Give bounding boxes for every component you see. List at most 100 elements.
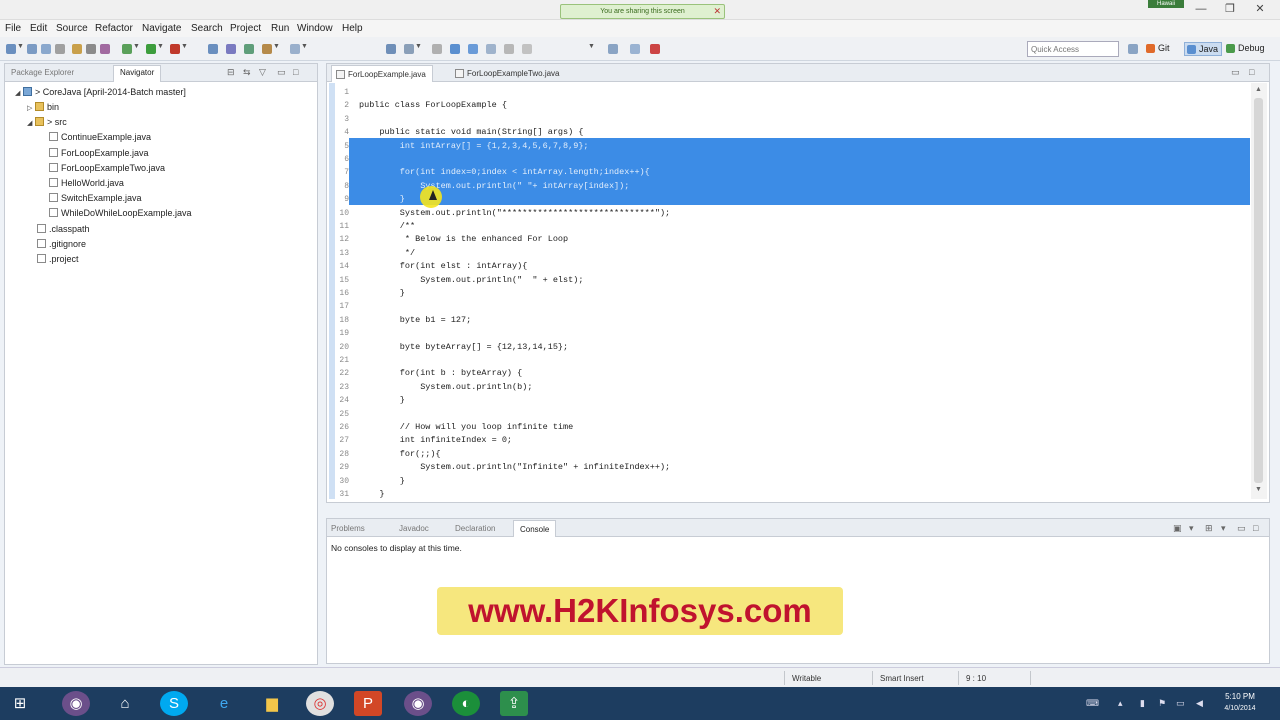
code-line[interactable]: System.out.println("********************… — [359, 208, 670, 218]
chevron-down-icon[interactable]: ▼ — [415, 43, 422, 50]
scroll-up-icon[interactable]: ▲ — [1255, 86, 1262, 93]
maximize-view-icon[interactable]: □ — [1249, 67, 1254, 77]
code-line[interactable]: byte b1 = 127; — [359, 315, 471, 325]
code-line[interactable]: } — [359, 288, 405, 298]
clock-date[interactable]: 4/10/2014 — [1215, 705, 1265, 712]
previous-annotation-icon[interactable] — [404, 44, 414, 54]
tree-item-file[interactable]: WhileDoWhileLoopExample.java — [49, 208, 192, 218]
link-editor-icon[interactable]: ⇆ — [243, 67, 251, 78]
keyboard-icon[interactable]: ⌨ — [1086, 698, 1099, 709]
skype-icon[interactable]: S — [160, 691, 188, 716]
tree-item-project[interactable]: ◢ > CoreJava [April-2014-Batch master] — [15, 87, 186, 97]
toggle-breadcrumb-icon[interactable] — [100, 44, 110, 54]
terminate-icon[interactable] — [650, 44, 660, 54]
run-icon[interactable] — [146, 44, 156, 54]
code-line[interactable]: System.out.println("Infinite" + infinite… — [359, 462, 670, 472]
tree-item-file[interactable]: ContinueExample.java — [49, 132, 151, 142]
code-line[interactable]: System.out.println(b); — [359, 382, 532, 392]
menu-run[interactable]: Run — [271, 23, 289, 34]
home-icon[interactable]: ⌂ — [111, 691, 139, 716]
last-edit-icon[interactable] — [432, 44, 442, 54]
pin-editor-icon[interactable] — [486, 44, 496, 54]
battery-icon[interactable]: ▭ — [1176, 698, 1185, 709]
editor-tab[interactable]: ForLoopExampleTwo.java — [451, 65, 566, 82]
code-line[interactable]: // How will you loop infinite time — [359, 422, 573, 432]
back-icon[interactable] — [450, 44, 460, 54]
open-type-icon[interactable] — [72, 44, 82, 54]
editor-tab-active[interactable]: ForLoopExample.java — [331, 65, 433, 82]
debug-icon[interactable] — [122, 44, 132, 54]
open-console-icon[interactable]: ⊞ — [1205, 523, 1213, 534]
eclipse-icon[interactable]: ◉ — [404, 691, 432, 716]
chevron-down-icon[interactable]: ▼ — [181, 43, 188, 50]
save-all-icon[interactable] — [41, 44, 51, 54]
scroll-down-icon[interactable]: ▼ — [1255, 486, 1262, 493]
tab-declaration[interactable]: Declaration — [455, 524, 495, 533]
chevron-down-icon[interactable]: ▼ — [273, 43, 280, 50]
display-console-icon[interactable]: ▣ — [1173, 523, 1182, 534]
show-hidden-icons-icon[interactable]: ▴ — [1118, 698, 1123, 709]
internet-explorer-icon[interactable]: e — [210, 691, 238, 716]
code-line[interactable]: public class ForLoopExample { — [359, 100, 507, 110]
code-line[interactable]: System.out.println(" "+ intArray[index])… — [359, 181, 629, 191]
tree-item-file[interactable]: .classpath — [37, 224, 90, 234]
windows-start-icon[interactable]: ⊞ — [6, 691, 34, 716]
maximize-button[interactable]: ❐ — [1215, 0, 1245, 18]
search-icon[interactable] — [290, 44, 300, 54]
tree-item-file[interactable]: .project — [37, 254, 79, 264]
tab-navigator[interactable]: Navigator — [113, 65, 162, 82]
network-icon[interactable]: ▮ — [1140, 698, 1145, 709]
external-tools-icon[interactable] — [170, 44, 180, 54]
code-line[interactable]: } — [359, 395, 405, 405]
editor-scrollbar[interactable]: ▲ ▼ — [1251, 83, 1267, 499]
tree-item-bin[interactable]: ▷ bin — [27, 102, 59, 112]
code-line[interactable]: } — [359, 194, 405, 204]
quick-access-input[interactable] — [1027, 41, 1119, 57]
next-annotation-icon[interactable] — [386, 44, 396, 54]
flag-icon[interactable]: ⚑ — [1158, 698, 1166, 709]
code-line[interactable]: int infiniteIndex = 0; — [359, 435, 512, 445]
menu-source[interactable]: Source — [56, 23, 88, 34]
toggle-mark-icon[interactable] — [86, 44, 96, 54]
toolbar-icon[interactable] — [504, 44, 514, 54]
close-icon[interactable]: ✕ — [713, 5, 721, 18]
code-line[interactable]: for(int index=0;index < intArray.length;… — [359, 167, 650, 177]
screen-share-banner[interactable]: You are sharing this screen ✕ — [560, 4, 725, 19]
tab-problems[interactable]: Problems — [331, 524, 365, 533]
code-line[interactable]: /** — [359, 221, 415, 231]
minimize-view-icon[interactable]: ▭ — [277, 67, 286, 78]
app-icon[interactable]: ◉ — [62, 691, 90, 716]
file-explorer-icon[interactable]: ▆ — [258, 691, 286, 716]
tab-console[interactable]: Console — [513, 520, 557, 537]
expand-icon[interactable]: ◢ — [15, 89, 23, 97]
code-line[interactable]: } — [359, 476, 405, 486]
code-line[interactable]: * Below is the enhanced For Loop — [359, 234, 568, 244]
maximize-view-icon[interactable]: □ — [293, 67, 298, 77]
menu-search[interactable]: Search — [191, 23, 223, 34]
tree-item-file[interactable]: HelloWorld.java — [49, 178, 124, 188]
chevron-down-icon[interactable]: ▼ — [133, 43, 140, 50]
code-line[interactable]: byte byteArray[] = {12,13,14,15}; — [359, 342, 568, 352]
chrome-icon[interactable]: ◎ — [306, 691, 334, 716]
scroll-thumb[interactable] — [1254, 98, 1263, 483]
view-menu-icon[interactable]: ▽ — [259, 67, 266, 78]
new-icon[interactable] — [6, 44, 16, 54]
tab-package-explorer[interactable]: Package Explorer — [11, 68, 74, 77]
toolbar-icon[interactable] — [522, 44, 532, 54]
powerpoint-icon[interactable]: P — [354, 691, 382, 716]
code-line[interactable]: */ — [359, 248, 415, 258]
code-line[interactable]: public static void main(String[] args) { — [359, 127, 583, 137]
code-line[interactable]: System.out.println(" " + elst); — [359, 275, 583, 285]
tree-item-file[interactable]: ForLoopExampleTwo.java — [49, 163, 165, 173]
tree-item-src[interactable]: ◢ > src — [27, 117, 67, 127]
menu-navigate[interactable]: Navigate — [142, 23, 181, 34]
code-line[interactable]: } — [359, 489, 384, 499]
tab-javadoc[interactable]: Javadoc — [399, 524, 429, 533]
close-button[interactable]: ✕ — [1245, 0, 1275, 18]
tree-item-file[interactable]: .gitignore — [37, 239, 86, 249]
menu-window[interactable]: Window — [297, 23, 333, 34]
code-line[interactable]: for(int elst : intArray){ — [359, 261, 528, 271]
clock-time[interactable]: 5:10 PM — [1215, 692, 1265, 701]
collapse-all-icon[interactable]: ⊟ — [227, 67, 235, 78]
tree-item-file[interactable]: ForLoopExample.java — [49, 148, 149, 158]
